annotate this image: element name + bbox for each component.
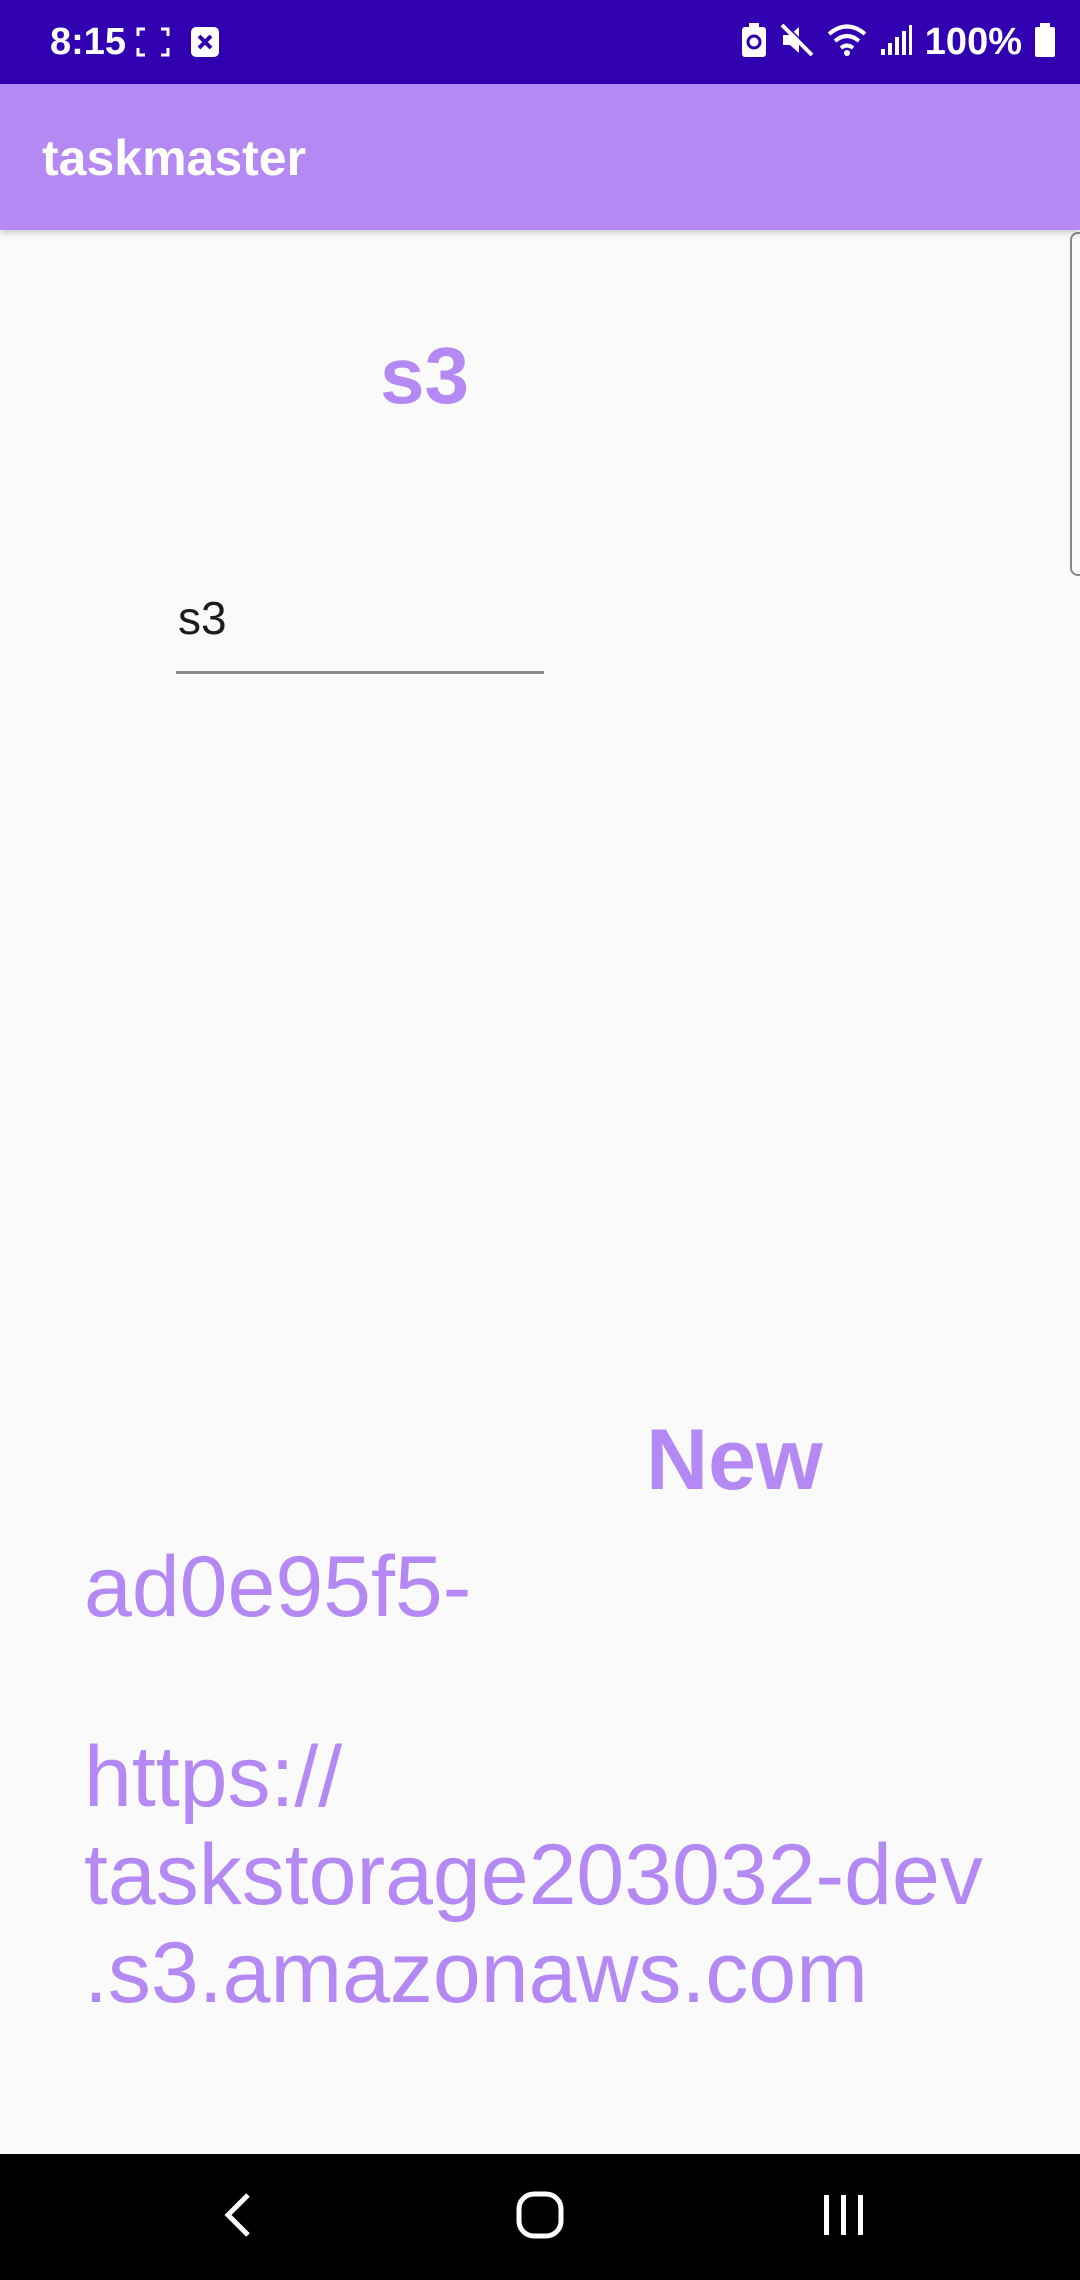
home-icon bbox=[515, 2190, 565, 2245]
notification-x-icon bbox=[190, 26, 220, 63]
file-url-text: https:// taskstorage203032-dev .s3.amazo… bbox=[84, 1729, 983, 2021]
battery-percent: 100% bbox=[924, 21, 1022, 63]
app-bar: taskmaster bbox=[0, 84, 1080, 230]
screen: 8:15 100% taskmaster s3 s3 New ad0e95f5-… bbox=[0, 0, 1080, 2280]
home-button[interactable] bbox=[460, 2154, 620, 2280]
status-left-icons bbox=[136, 24, 220, 64]
file-id-container: ad0e95f5- c410-4100 bbox=[84, 1532, 604, 1650]
status-bar: 8:15 100% bbox=[0, 0, 1080, 84]
mute-icon bbox=[779, 21, 815, 63]
battery-saver-icon bbox=[741, 22, 767, 63]
recents-icon bbox=[821, 2193, 867, 2242]
back-icon bbox=[222, 2191, 254, 2244]
back-button[interactable] bbox=[158, 2154, 318, 2280]
app-title: taskmaster bbox=[42, 130, 307, 186]
scroll-edge-indicator[interactable] bbox=[1070, 232, 1080, 576]
navigation-bar bbox=[0, 2154, 1080, 2280]
file-id-text: ad0e95f5- c410-4100 bbox=[84, 1539, 490, 1650]
battery-icon bbox=[1034, 22, 1056, 63]
signal-icon bbox=[879, 23, 913, 62]
task-title: s3 bbox=[380, 331, 469, 420]
new-label: New bbox=[646, 1412, 823, 1508]
wifi-icon bbox=[827, 23, 867, 62]
status-right-icons: 100% bbox=[741, 20, 1056, 64]
screenshot-icon bbox=[136, 27, 170, 62]
status-time: 8:15 bbox=[50, 21, 127, 63]
task-title-input[interactable] bbox=[176, 578, 544, 674]
recents-button[interactable] bbox=[764, 2154, 924, 2280]
